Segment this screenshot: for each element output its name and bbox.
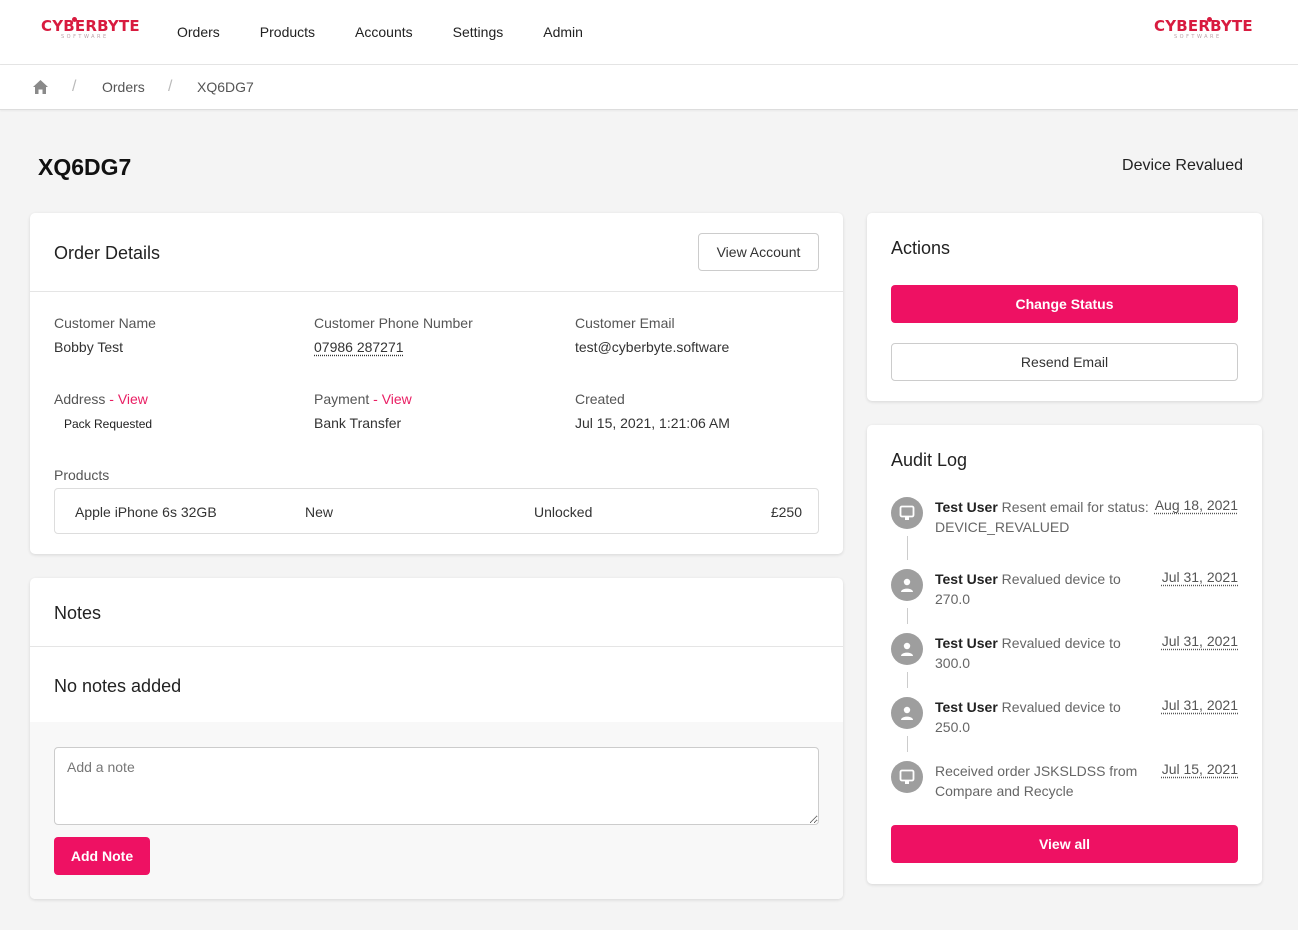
timeline-connector — [907, 736, 908, 752]
address-value: Pack Requested — [64, 417, 153, 431]
product-price: £250 — [770, 504, 802, 520]
breadcrumb-separator: / — [72, 78, 77, 95]
address-field: Address - View — [54, 391, 148, 407]
logo-dot-icon — [1207, 17, 1212, 22]
customer-name-label: Customer Name — [54, 315, 156, 331]
product-row: Apple iPhone 6s 32GB New Unlocked £250 — [54, 488, 819, 534]
product-network: Unlocked — [534, 504, 593, 520]
created-value: Jul 15, 2021, 1:21:06 AM — [575, 415, 730, 431]
log-entry: Test User Revalued device to 250.0 Jul 3… — [891, 697, 1238, 735]
log-date: Jul 15, 2021 — [1161, 761, 1238, 777]
log-date: Aug 18, 2021 — [1154, 497, 1238, 513]
product-condition: New — [305, 504, 334, 520]
payment-label: Payment — [314, 391, 370, 407]
log-entry: Received order JSKSLDSS from Compare and… — [891, 761, 1238, 801]
user-icon — [891, 633, 923, 665]
brand-logo[interactable]: CYBERBYTE SOFTWARE — [41, 17, 141, 48]
home-icon[interactable] — [32, 79, 49, 95]
brand-logo-right: CYBERBYTE SOFTWARE — [1154, 17, 1254, 48]
notes-card: Notes No notes added Add Note — [30, 578, 843, 899]
logo-dot-icon — [72, 17, 77, 22]
log-date: Jul 31, 2021 — [1161, 697, 1238, 713]
customer-phone[interactable]: 07986 287271 — [314, 339, 404, 355]
order-status: Device Revalued — [1122, 157, 1243, 174]
log-text: Test User Revalued device to 270.0 — [935, 569, 1155, 609]
address-view-link[interactable]: View — [118, 391, 148, 407]
nav-item-orders[interactable]: Orders — [177, 23, 220, 41]
user-icon — [891, 697, 923, 729]
log-text: Received order JSKSLDSS from Compare and… — [935, 761, 1155, 801]
log-entry: Test User Revalued device to 300.0 Jul 3… — [891, 633, 1238, 671]
monitor-icon — [891, 497, 923, 529]
log-message: Received order JSKSLDSS from Compare and… — [935, 763, 1138, 799]
top-nav: CYBERBYTE SOFTWARE Orders Products Accou… — [0, 0, 1298, 65]
breadcrumb-separator: / — [168, 78, 173, 95]
products-label: Products — [54, 467, 110, 483]
user-icon — [891, 569, 923, 601]
monitor-icon — [891, 761, 923, 793]
audit-log-card: Audit Log Test User Resent email for sta… — [867, 425, 1262, 884]
add-note-button[interactable]: Add Note — [54, 837, 150, 875]
order-details-card: Order Details View Account Customer Name… — [30, 213, 843, 554]
customer-name: Bobby Test — [54, 339, 124, 355]
actions-title: Actions — [891, 238, 951, 258]
order-details-title: Order Details — [54, 243, 161, 263]
divider — [30, 646, 843, 647]
timeline-connector — [907, 608, 908, 624]
audit-log-title: Audit Log — [891, 450, 968, 470]
log-date: Jul 31, 2021 — [1161, 569, 1238, 585]
log-text: Test User Revalued device to 250.0 — [935, 697, 1155, 737]
product-name: Apple iPhone 6s 32GB — [75, 504, 217, 520]
log-text: Test User Resent email for status: DEVIC… — [935, 497, 1155, 537]
page-title: XQ6DG7 — [38, 154, 132, 180]
payment-view-link[interactable]: View — [382, 391, 412, 407]
log-user: Test User — [935, 699, 998, 715]
main-nav: Orders Products Accounts Settings Admin — [177, 23, 623, 41]
log-text: Test User Revalued device to 300.0 — [935, 633, 1155, 673]
log-date: Jul 31, 2021 — [1161, 633, 1238, 649]
customer-email: test@cyberbyte.software — [575, 339, 730, 355]
breadcrumb: / Orders / XQ6DG7 — [0, 65, 1298, 110]
log-entry: Test User Revalued device to 270.0 Jul 3… — [891, 569, 1238, 607]
view-all-button[interactable]: View all — [891, 825, 1238, 863]
brand-name: CYBERBYTE — [41, 17, 140, 35]
breadcrumb-orders[interactable]: Orders — [102, 79, 145, 95]
change-status-button[interactable]: Change Status — [891, 285, 1238, 323]
customer-phone-label: Customer Phone Number — [314, 315, 473, 331]
nav-item-accounts[interactable]: Accounts — [355, 23, 413, 41]
breadcrumb-current: XQ6DG7 — [197, 79, 254, 95]
timeline-connector — [907, 536, 908, 560]
log-user: Test User — [935, 499, 998, 515]
notes-empty-text: No notes added — [54, 676, 182, 696]
address-label: Address — [54, 391, 106, 407]
log-user: Test User — [935, 635, 998, 651]
log-user: Test User — [935, 571, 998, 587]
brand-name-right: CYBERBYTE — [1154, 17, 1253, 35]
divider — [30, 291, 843, 292]
note-input[interactable] — [54, 747, 819, 825]
notes-title: Notes — [54, 603, 102, 623]
actions-card: Actions Change Status Resend Email — [867, 213, 1262, 401]
payment-field: Payment - View — [314, 391, 412, 407]
view-account-button[interactable]: View Account — [698, 233, 819, 271]
resend-email-button[interactable]: Resend Email — [891, 343, 1238, 381]
nav-item-settings[interactable]: Settings — [453, 23, 504, 41]
nav-item-admin[interactable]: Admin — [543, 23, 583, 41]
timeline-connector — [907, 672, 908, 688]
customer-email-label: Customer Email — [575, 315, 675, 331]
nav-item-products[interactable]: Products — [260, 23, 315, 41]
log-entry: Test User Resent email for status: DEVIC… — [891, 497, 1238, 537]
created-label: Created — [575, 391, 625, 407]
payment-value: Bank Transfer — [314, 415, 402, 431]
notes-form: Add Note — [30, 722, 843, 899]
